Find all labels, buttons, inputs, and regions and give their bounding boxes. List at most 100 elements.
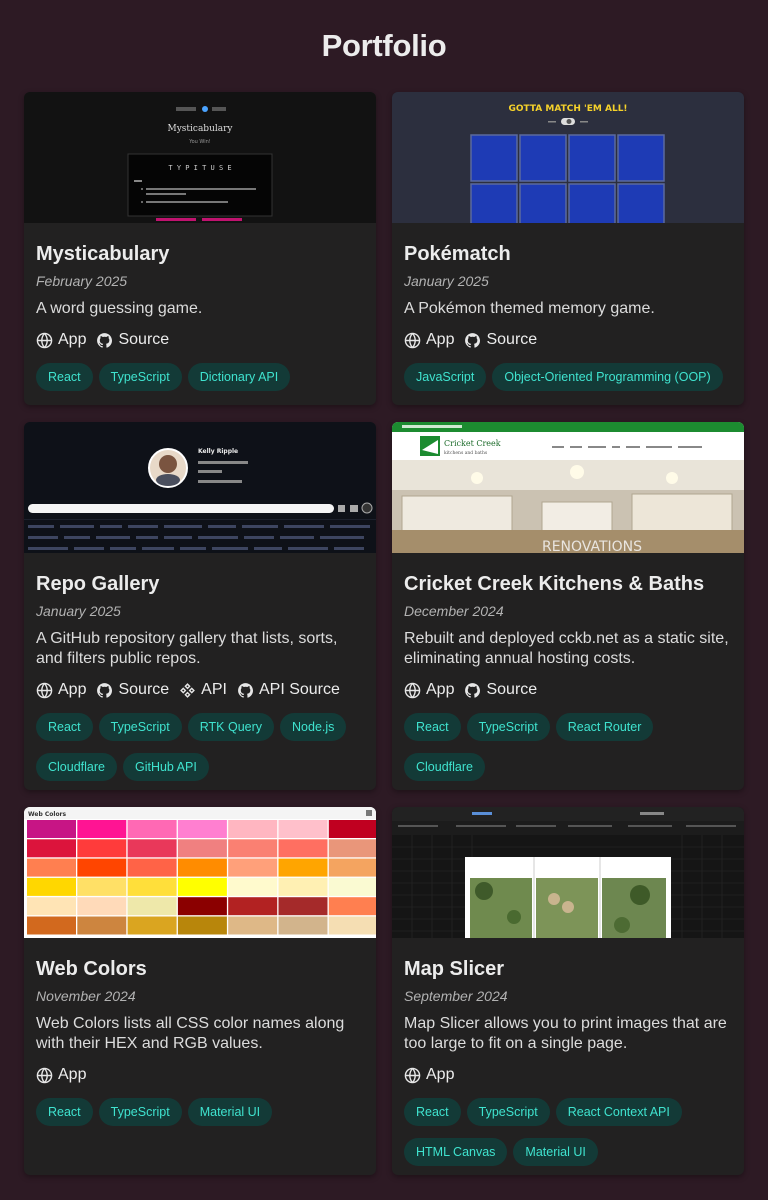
app-link[interactable]: App <box>404 331 454 349</box>
color-swatch <box>27 839 76 858</box>
app-link[interactable]: App <box>404 681 454 699</box>
project-thumbnail[interactable]: Web Colors <box>24 807 376 938</box>
project-date: November 2024 <box>36 988 136 1004</box>
project-title: Repo Gallery <box>36 573 160 595</box>
source-link[interactable]: Source <box>464 681 537 699</box>
tech-tag: React Router <box>555 713 654 741</box>
tech-tag: TypeScript <box>466 713 550 741</box>
color-swatch <box>177 858 227 877</box>
source-link[interactable]: Source <box>464 331 537 349</box>
tech-tag: React <box>36 713 93 741</box>
project-title: Mysticabulary <box>36 243 170 265</box>
color-swatch <box>127 820 177 838</box>
color-swatch <box>278 916 328 935</box>
project-description: Map Slicer allows you to print images th… <box>404 1015 727 1052</box>
thumb-brand-sub: kitchens and baths <box>444 450 488 456</box>
app-link[interactable]: App <box>36 331 86 349</box>
thumb-overlay: RENOVATIONS <box>542 539 642 553</box>
project-description: A word guessing game. <box>36 300 203 317</box>
tech-tag: RTK Query <box>187 713 275 741</box>
tech-tag: React <box>36 363 93 391</box>
project-date: September 2024 <box>404 988 508 1004</box>
tech-tag: Material UI <box>513 1138 598 1166</box>
tech-tag: React <box>404 1098 461 1126</box>
globe-icon <box>404 332 421 348</box>
tech-tag: Cloudflare <box>36 753 117 781</box>
color-swatch <box>177 839 227 858</box>
project-card: Cricket Creek kitchens and baths RENOVAT… <box>392 422 744 790</box>
project-title: Cricket Creek Kitchens & Baths <box>404 573 705 595</box>
color-swatch <box>27 897 76 916</box>
color-swatch <box>77 820 127 838</box>
github-icon <box>465 682 481 698</box>
color-swatch <box>27 820 76 838</box>
project-thumbnail[interactable] <box>392 807 744 938</box>
color-swatch <box>278 877 328 896</box>
color-swatch <box>77 897 127 916</box>
color-swatch <box>27 858 76 877</box>
app-link[interactable]: App <box>404 1066 454 1084</box>
project-card: Map Slicer September 2024 Map Slicer all… <box>392 807 744 1175</box>
project-date: January 2025 <box>36 603 121 619</box>
color-swatch <box>278 858 328 877</box>
color-swatch <box>328 858 376 877</box>
color-swatch <box>328 897 376 916</box>
tech-tag: Node.js <box>280 713 347 741</box>
source-link[interactable]: Source <box>96 331 169 349</box>
project-title: Pokématch <box>404 243 511 265</box>
color-swatch <box>177 916 227 935</box>
source-link[interactable]: Source <box>96 681 169 699</box>
project-thumbnail[interactable]: Cricket Creek kitchens and baths RENOVAT… <box>392 422 744 553</box>
project-date: January 2025 <box>404 273 489 289</box>
github-icon <box>97 332 113 348</box>
project-card: Mysticabulary You Win! T Y P I T U S E M… <box>24 92 376 405</box>
thumb-heading: Mysticabulary <box>167 124 233 134</box>
tech-tag: React <box>36 1098 93 1126</box>
color-swatch <box>228 916 278 935</box>
tech-tag: HTML Canvas <box>404 1138 508 1166</box>
color-swatch <box>278 820 328 838</box>
color-swatch <box>228 839 278 858</box>
color-swatch <box>127 916 177 935</box>
project-thumbnail[interactable]: Mysticabulary You Win! T Y P I T U S E <box>24 92 376 223</box>
color-swatch <box>228 897 278 916</box>
color-swatch <box>228 858 278 877</box>
project-card: Web Colors Web Colors November 2024 Web … <box>24 807 376 1175</box>
color-swatch <box>77 858 127 877</box>
globe-icon <box>36 332 53 348</box>
tech-tag: TypeScript <box>466 1098 550 1126</box>
color-swatch <box>77 877 127 896</box>
globe-icon <box>36 1067 53 1083</box>
project-title: Map Slicer <box>404 958 505 980</box>
thumb-name: Kelly Ripple <box>198 448 238 455</box>
project-card: Kelly Ripple Repo Gallery January 2025 A… <box>24 422 376 790</box>
tech-tag: JavaScript <box>404 363 487 391</box>
color-swatch <box>278 839 328 858</box>
tech-tag: Cloudflare <box>404 753 485 781</box>
project-thumbnail[interactable]: GOTTA MATCH 'EM ALL! <box>392 92 744 223</box>
color-swatch <box>228 820 278 838</box>
project-date: December 2024 <box>404 603 504 619</box>
app-link[interactable]: App <box>36 1066 86 1084</box>
thumb-heading: GOTTA MATCH 'EM ALL! <box>508 104 627 114</box>
color-swatch <box>328 820 376 838</box>
color-swatch <box>228 877 278 896</box>
color-swatch <box>177 897 227 916</box>
api-icon <box>180 682 196 698</box>
project-thumbnail[interactable]: Kelly Ripple <box>24 422 376 553</box>
color-swatch <box>328 916 376 935</box>
page-title: Portfolio <box>321 28 447 63</box>
color-swatch <box>127 877 177 896</box>
color-swatch <box>328 877 376 896</box>
api-link[interactable]: API <box>179 681 227 699</box>
color-swatch <box>27 916 76 935</box>
globe-icon <box>404 682 421 698</box>
app-link[interactable]: App <box>36 681 86 699</box>
color-swatch <box>127 897 177 916</box>
thumb-brand: Cricket Creek <box>444 439 501 448</box>
globe-icon <box>404 1067 421 1083</box>
color-swatch <box>27 877 76 896</box>
api-source-link[interactable]: API Source <box>237 681 340 699</box>
thumb-word: T Y P I T U S E <box>168 164 231 172</box>
project-description: A GitHub repository gallery that lists, … <box>36 630 338 667</box>
